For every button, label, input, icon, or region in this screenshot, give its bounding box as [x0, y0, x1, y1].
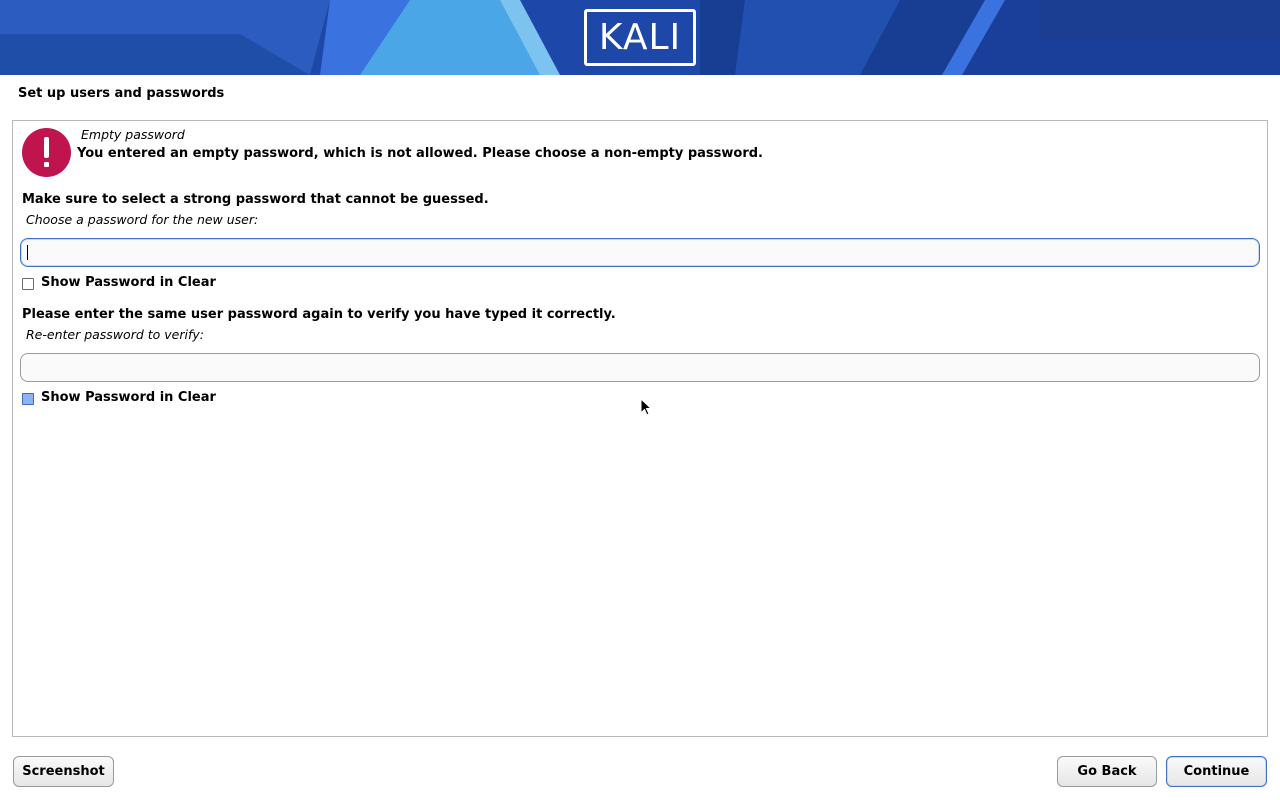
- verify-password-input[interactable]: [20, 353, 1260, 382]
- continue-button[interactable]: Continue: [1166, 756, 1267, 787]
- text-caret: [27, 245, 28, 260]
- page-title: Set up users and passwords: [18, 86, 225, 101]
- verify-password-label: Re-enter password to verify:: [26, 327, 204, 342]
- kali-banner: KALI: [0, 0, 1280, 75]
- show-password-label[interactable]: Show Password in Clear: [41, 275, 216, 290]
- password-strength-note: Make sure to select a strong password th…: [22, 192, 489, 207]
- password-label: Choose a password for the new user:: [26, 212, 259, 227]
- alert-message: You entered an empty password, which is …: [77, 146, 763, 161]
- exclamation-icon: [22, 128, 71, 177]
- show-verify-password-label[interactable]: Show Password in Clear: [41, 390, 216, 405]
- screenshot-button[interactable]: Screenshot: [13, 756, 114, 787]
- password-input[interactable]: [20, 238, 1260, 267]
- go-back-button[interactable]: Go Back: [1057, 756, 1157, 787]
- mouse-pointer-icon: [640, 398, 652, 416]
- verify-password-note: Please enter the same user password agai…: [22, 307, 616, 322]
- show-password-checkbox[interactable]: [22, 278, 34, 290]
- kali-logo: KALI: [598, 17, 682, 58]
- show-verify-password-checkbox[interactable]: [22, 393, 34, 405]
- alert-title: Empty password: [81, 127, 185, 142]
